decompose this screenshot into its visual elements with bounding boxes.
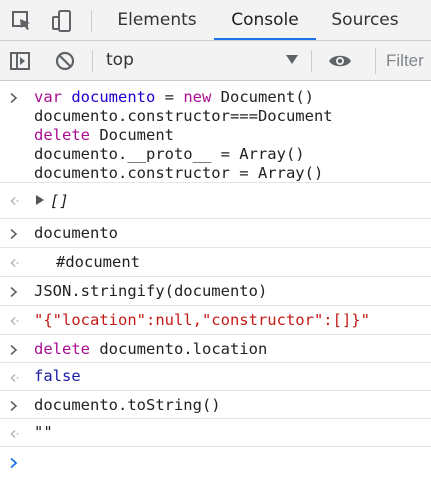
keyword: var [34,88,62,106]
code-line: documento.toString() [34,396,221,414]
console-input-row[interactable]: documento [0,219,431,248]
console-prompt[interactable] [0,447,431,477]
keyword: delete [34,126,90,144]
active-prompt-chevron-icon [10,457,18,469]
result-value[interactable]: [] [36,192,69,211]
tab-elements[interactable]: Elements [104,0,210,40]
result-arrow-icon [10,259,19,267]
console-messages: var documento = new Document() documento… [0,81,431,477]
keyword: delete [34,340,90,358]
prompt-chevron-icon [10,344,18,356]
string-result: "" [34,423,53,441]
show-sidebar-icon[interactable] [8,49,32,73]
console-result-row[interactable]: "{"location":null,"constructor":[]}" [0,306,431,335]
input-code: documento [34,224,118,243]
result-value[interactable]: false [34,367,81,386]
code-text: Document [90,126,174,144]
code-text: documento.location [90,340,268,358]
string-result: "{"location":null,"constructor":[]}" [34,311,370,329]
result-value[interactable]: #document [56,253,140,272]
boolean-result: false [34,367,81,385]
prompt-chevron-icon [10,400,18,412]
filter-input[interactable] [375,48,431,74]
console-toolbar: top [0,41,431,81]
console-input-row[interactable]: JSON.stringify(documento) [0,277,431,306]
prompt-chevron-icon [10,286,18,298]
input-code: var documento = new Document() documento… [34,88,333,183]
code-text: = [155,88,184,106]
console-result-row[interactable]: "" [0,419,431,447]
result-arrow-icon [10,374,19,382]
chevron-down-icon[interactable] [286,55,298,64]
tab-sources[interactable]: Sources [322,0,408,40]
code-line: JSON.stringify(documento) [34,282,268,300]
console-result-row[interactable]: false [0,363,431,391]
code-line: documento.constructor = Array() [34,164,324,182]
active-tab-indicator [214,38,316,40]
code-line: documento.constructor===Document [34,107,333,125]
code-line: documento.__proto__ = Array() [34,145,305,163]
device-toolbar-icon[interactable] [50,9,74,33]
array-preview: [] [50,192,69,210]
result-value[interactable]: "{"location":null,"constructor":[]}" [34,311,370,330]
console-input-row[interactable]: documento.toString() [0,391,431,419]
code-text: Document() [211,88,314,106]
input-code: documento.toString() [34,396,221,415]
result-arrow-icon [10,317,19,325]
clear-console-icon[interactable] [53,49,77,73]
result-arrow-icon [10,430,19,438]
tab-console[interactable]: Console [214,0,316,40]
console-input-row[interactable]: var documento = new Document() documento… [0,81,431,183]
node-preview: #document [56,253,140,271]
toolbar-separator [311,50,312,72]
eye-icon[interactable] [328,49,352,73]
console-result-row[interactable]: #document [0,248,431,277]
toolbar-separator [92,50,93,72]
console-input-row[interactable]: delete documento.location [0,335,431,363]
input-code: delete documento.location [34,340,267,359]
keyword: new [183,88,212,106]
prompt-chevron-icon [10,228,18,240]
result-arrow-icon [10,197,19,205]
tab-separator [91,10,92,32]
input-code: JSON.stringify(documento) [34,282,267,301]
result-value[interactable]: "" [34,423,53,442]
context-selector[interactable]: top [106,41,134,80]
expand-triangle-icon[interactable] [36,195,44,205]
identifier: documento [71,88,156,106]
devtools-tabbar: Elements Console Sources [0,0,431,41]
code-line: documento [34,224,118,242]
console-result-row[interactable]: [] [0,183,431,219]
prompt-chevron-icon [10,92,18,104]
inspect-element-icon[interactable] [10,9,34,33]
